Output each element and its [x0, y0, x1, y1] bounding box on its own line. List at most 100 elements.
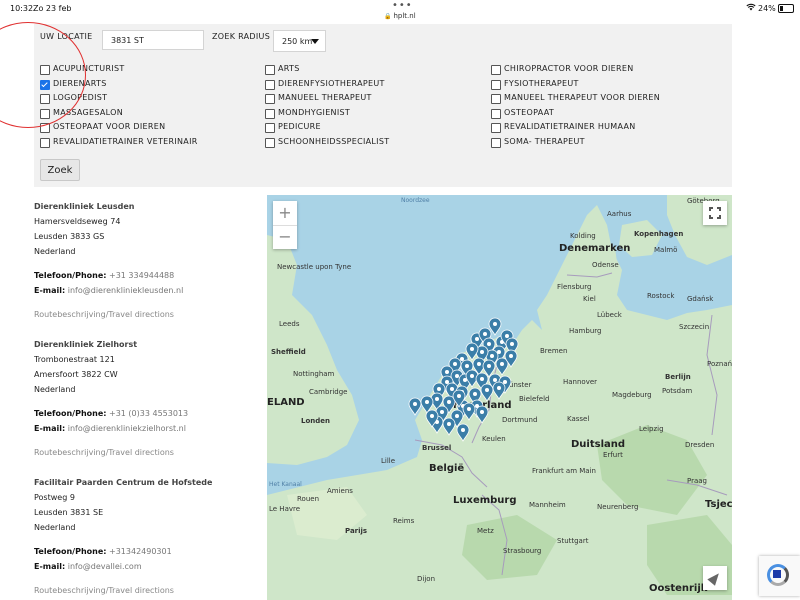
checkbox-label: REVALIDATIETRAINER HUMAAN — [504, 122, 636, 131]
battery-percent: 24% — [758, 4, 776, 13]
result-phone: Telefoon/Phone: +31 334944488 — [34, 271, 175, 280]
checkbox-label: ACUPUNCTURIST — [53, 64, 125, 73]
result-city: Leusden 3831 SE — [34, 508, 104, 517]
email-link[interactable]: info@devallei.com — [68, 562, 142, 571]
radius-label: ZOEK RADIUS — [212, 32, 271, 41]
checkbox-label: MANUEEL THERAPEUT — [278, 93, 372, 102]
checkbox-label: CHIROPRACTOR VOOR DIEREN — [504, 64, 634, 73]
map-view[interactable]: Noordzee Aarhus Göteborg Denemarken Kope… — [267, 195, 732, 600]
checkbox-label: MASSAGESALON — [53, 107, 124, 117]
checkbox-label: DIERENFYSIOTHERAPEUT — [278, 78, 385, 88]
checkbox-label: PEDICURE — [278, 122, 321, 131]
email-link[interactable]: info@dierenkliniekleusden.nl — [68, 286, 184, 295]
checkbox[interactable] — [265, 79, 275, 90]
search-filter-panel: UW LOCATIE 3831 ST ZOEK RADIUS 250 km AC… — [34, 24, 732, 187]
checkbox[interactable] — [491, 123, 501, 133]
result-phone: Telefoon/Phone: +31342490301 — [34, 547, 172, 556]
checkbox-label: MONDHYGIENIST — [278, 107, 351, 117]
checkbox[interactable] — [40, 79, 50, 90]
route-link[interactable]: Routebeschrijving/Travel directions — [34, 583, 265, 598]
tab-dots-icon[interactable]: ••• — [392, 0, 413, 11]
result-item: Dierenkliniek Zielhorst Trombonestraat 1… — [34, 337, 265, 460]
checkbox-label: SOMA- THERAPEUT — [504, 136, 585, 146]
result-street: Trombonestraat 121 — [34, 355, 115, 364]
checkbox[interactable] — [265, 137, 275, 148]
map-marker-pin[interactable] — [480, 383, 494, 402]
checkbox-label: OSTEOPAAT — [504, 107, 555, 117]
phone-link[interactable]: +31 (0)33 4553013 — [109, 409, 188, 418]
address-url: hplt.nl — [393, 12, 416, 20]
checkbox-label: ARTS — [278, 64, 300, 73]
checkbox[interactable] — [265, 108, 275, 119]
checkbox[interactable] — [40, 123, 50, 133]
result-email: E-mail: info@devallei.com — [34, 562, 142, 571]
checkbox-label: LOGOPEDIST — [53, 93, 108, 102]
checkbox[interactable] — [491, 137, 501, 148]
recaptcha-badge[interactable] — [759, 556, 800, 596]
checkbox[interactable] — [491, 94, 501, 104]
email-link[interactable]: info@dierenkliniekzielhorst.nl — [68, 424, 186, 433]
checkbox[interactable] — [491, 65, 501, 75]
dropdown-arrow-icon — [311, 39, 319, 44]
checkbox-label: DIERENARTS — [53, 78, 107, 88]
checkbox-label: FYSIOTHERAPEUT — [504, 78, 579, 88]
result-item: Dierenkliniek Leusden Hamersveldseweg 74… — [34, 199, 265, 322]
checkbox[interactable] — [40, 137, 50, 148]
map-marker-pin[interactable] — [442, 417, 456, 436]
status-time: 10:32 — [10, 4, 34, 13]
search-button[interactable]: Zoek — [40, 159, 80, 181]
phone-link[interactable]: +31342490301 — [109, 547, 172, 556]
map-marker-pin[interactable] — [408, 397, 422, 416]
checkbox[interactable] — [265, 65, 275, 75]
checkbox[interactable] — [40, 94, 50, 104]
battery-icon — [778, 4, 794, 13]
checkbox[interactable] — [491, 108, 501, 119]
lock-icon: 🔒 — [384, 13, 392, 20]
checkbox[interactable] — [265, 94, 275, 104]
wifi-icon — [746, 3, 756, 11]
radius-select[interactable]: 250 km — [273, 30, 326, 52]
results-list: Dierenkliniek Leusden Hamersveldseweg 74… — [34, 195, 265, 600]
address-bar[interactable]: 🔒 hplt.nl — [384, 12, 416, 20]
map-marker-pin[interactable] — [475, 405, 489, 424]
zoom-in-button[interactable]: + — [273, 201, 297, 226]
checkbox[interactable] — [40, 65, 50, 75]
radius-value: 250 km — [282, 37, 313, 46]
map-marker-layer — [408, 317, 519, 442]
result-name[interactable]: Facilitair Paarden Centrum de Hofstede — [34, 475, 265, 490]
location-input[interactable]: 3831 ST — [102, 30, 204, 50]
checkbox-label: SCHOONHEIDSSPECIALIST — [278, 136, 390, 146]
result-country: Nederland — [34, 385, 76, 394]
result-name[interactable]: Dierenkliniek Leusden — [34, 199, 265, 214]
zoom-out-button[interactable]: − — [273, 225, 297, 249]
checkbox[interactable] — [491, 79, 501, 90]
checkbox-label: OSTEOPAAT VOOR DIEREN — [53, 122, 166, 131]
result-city: Leusden 3833 GS — [34, 232, 105, 241]
result-country: Nederland — [34, 523, 76, 532]
zoom-control: + − — [273, 201, 297, 249]
map-marker-pin[interactable] — [456, 423, 470, 442]
checkbox-label: REVALIDATIETRAINER VETERINAIR — [53, 136, 198, 146]
route-link[interactable]: Routebeschrijving/Travel directions — [34, 445, 265, 460]
checkbox[interactable] — [40, 108, 50, 119]
checkbox-label: MANUEEL THERAPEUT VOOR DIEREN — [504, 93, 661, 102]
location-arrow-icon — [707, 570, 723, 586]
map-marker-pin[interactable] — [495, 357, 509, 376]
route-link[interactable]: Routebeschrijving/Travel directions — [34, 307, 265, 322]
result-street: Hamersveldseweg 74 — [34, 217, 121, 226]
result-street: Postweg 9 — [34, 493, 75, 502]
result-email: E-mail: info@dierenkliniekleusden.nl — [34, 286, 184, 295]
result-email: E-mail: info@dierenkliniekzielhorst.nl — [34, 424, 186, 433]
map-marker-pin[interactable] — [462, 402, 476, 421]
map-marker-pin[interactable] — [492, 381, 506, 400]
fullscreen-button[interactable] — [703, 201, 727, 225]
checkbox[interactable] — [265, 123, 275, 133]
status-date: Zo 23 feb — [33, 4, 72, 13]
phone-link[interactable]: +31 334944488 — [109, 271, 174, 280]
my-location-button[interactable] — [703, 566, 727, 590]
ios-status-bar: 10:32 Zo 23 feb ••• 🔒 hplt.nl 24% — [0, 0, 800, 24]
result-city: Amersfoort 3822 CW — [34, 370, 118, 379]
result-country: Nederland — [34, 247, 76, 256]
location-label: UW LOCATIE — [40, 32, 93, 41]
result-name[interactable]: Dierenkliniek Zielhorst — [34, 337, 265, 352]
